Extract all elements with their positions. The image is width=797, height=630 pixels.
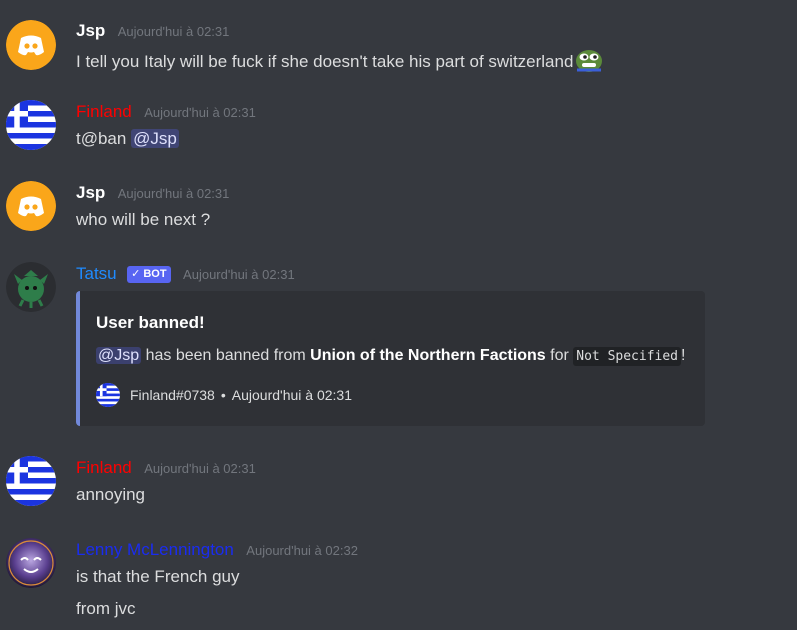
greek-flag-icon [6, 456, 56, 506]
embed-footer: Finland#0738 • Aujourd'hui à 02:31 [96, 383, 352, 407]
footer-user: Finland#0738 [130, 387, 215, 403]
lenny-avatar-icon [6, 538, 56, 588]
avatar[interactable] [6, 100, 56, 150]
message-text: who will be next ? [76, 210, 211, 229]
message-text: I tell you Italy will be fuck if she doe… [76, 52, 574, 71]
message-content: I tell you Italy will be fuck if she doe… [76, 47, 603, 73]
avatar[interactable] [6, 181, 56, 231]
timestamp: Aujourd'hui à 02:31 [117, 24, 230, 39]
author-name[interactable]: Lenny McLennington [76, 540, 234, 559]
timestamp: Aujourd'hui à 02:31 [144, 461, 256, 476]
avatar[interactable] [6, 262, 56, 312]
embed-text: ! [681, 347, 686, 364]
message-text: from jvc [76, 599, 136, 618]
timestamp: Aujourd'hui à 02:31 [183, 267, 295, 282]
embed-text: for [545, 347, 574, 364]
discord-logo-icon [6, 20, 56, 70]
embed-text: has been banned from [141, 347, 311, 364]
message-content: t@ban @Jsp [76, 128, 179, 150]
discord-logo-icon [6, 181, 56, 231]
tatsu-avatar-icon [6, 262, 56, 312]
timestamp: Aujourd'hui à 02:31 [117, 186, 230, 201]
embed-description: @Jsp has been banned from Union of the N… [96, 347, 686, 366]
greek-flag-icon [96, 383, 120, 407]
greek-flag-icon [6, 100, 56, 150]
footer-separator: • [220, 387, 226, 403]
author-name[interactable]: Jsp [76, 183, 105, 202]
message-text: is that the French guy [76, 567, 240, 586]
message-text: annoying [76, 485, 146, 504]
author-name[interactable]: Finland [76, 102, 132, 121]
footer-time: Aujourd'hui à 02:31 [231, 387, 352, 403]
author-name[interactable]: Finland [76, 458, 132, 477]
avatar[interactable] [6, 456, 56, 506]
avatar[interactable] [6, 20, 56, 70]
avatar[interactable] [6, 538, 56, 588]
ban-reason-code: Not Specified [573, 347, 682, 366]
server-name: Union of the Northern Factions [310, 347, 546, 364]
user-mention[interactable]: @Jsp [131, 129, 179, 148]
embed-title: User banned! [96, 313, 205, 332]
author-name[interactable]: Tatsu [76, 264, 117, 283]
bot-badge: ✓ BOT [127, 266, 171, 283]
pepe-emoji-icon[interactable] [575, 47, 603, 73]
author-name[interactable]: Jsp [76, 21, 105, 40]
message-text: t@ban [76, 129, 127, 148]
ban-embed: User banned! @Jsp has been banned from U… [76, 291, 705, 426]
chat-log: Jsp Aujourd'hui à 02:31 I tell you Italy… [0, 0, 797, 630]
user-mention[interactable]: @Jsp [96, 347, 142, 364]
timestamp: Aujourd'hui à 02:32 [246, 543, 358, 558]
timestamp: Aujourd'hui à 02:31 [144, 105, 256, 120]
